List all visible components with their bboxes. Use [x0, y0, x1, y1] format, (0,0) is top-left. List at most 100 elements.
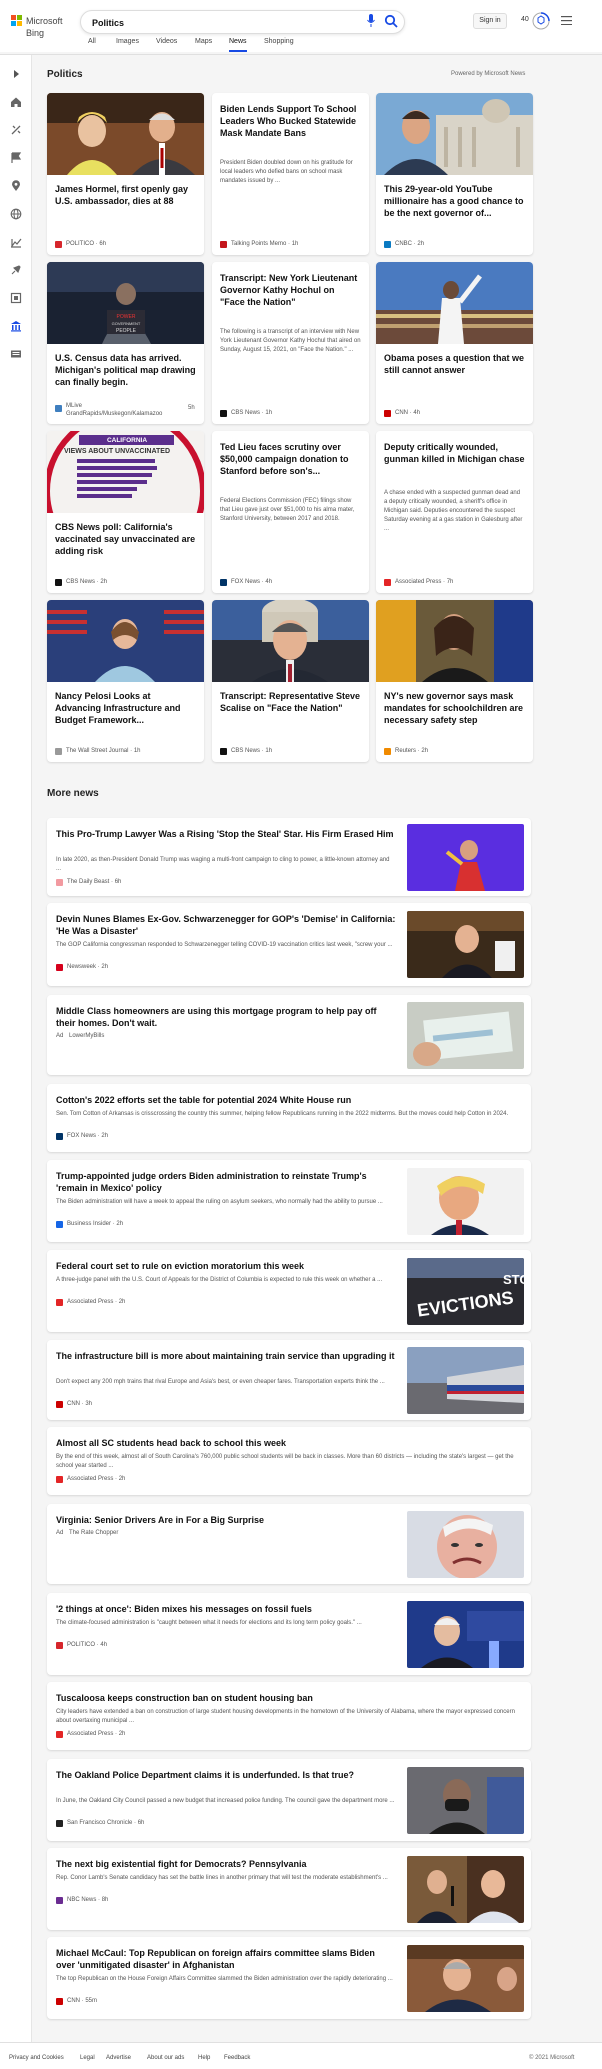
source-name[interactable]: Associated Press — [67, 1476, 113, 1482]
tab-news[interactable]: News — [229, 38, 247, 52]
row-source[interactable]: CNN · 3h — [67, 1401, 92, 1407]
card-title[interactable]: This 29-year-old YouTube millionaire has… — [384, 183, 525, 219]
news-card[interactable]: Obama poses a question that we still can… — [376, 262, 533, 424]
row-title[interactable]: Tuscaloosa keeps construction ban on stu… — [56, 1692, 522, 1704]
news-row[interactable]: This Pro-Trump Lawyer Was a Rising 'Stop… — [47, 818, 531, 896]
row-title[interactable]: The infrastructure bill is more about ma… — [56, 1350, 396, 1362]
row-source[interactable]: Associated Press · 2h — [67, 1299, 125, 1305]
tab-shopping[interactable]: Shopping — [264, 38, 294, 52]
news-row[interactable]: Federal court set to rule on eviction mo… — [47, 1250, 531, 1332]
card-source[interactable]: CNBC · 2h — [395, 241, 424, 247]
tab-images[interactable]: Images — [116, 38, 139, 52]
card-source[interactable]: CBS News · 1h — [231, 410, 272, 416]
news-row[interactable]: Devin Nunes Blames Ex-Gov. Schwarzenegge… — [47, 903, 531, 986]
news-icon[interactable] — [10, 348, 22, 360]
row-title[interactable]: The next big existential fight for Democ… — [56, 1858, 396, 1870]
card-source[interactable]: Talking Points Memo · 1h — [231, 241, 298, 247]
source-name[interactable]: FOX News — [231, 579, 260, 585]
tab-maps[interactable]: Maps — [195, 38, 212, 52]
news-row[interactable]: Michael McCaul: Top Republican on foreig… — [47, 1937, 531, 2019]
row-image[interactable] — [407, 824, 524, 891]
source-name[interactable]: San Francisco Chronicle — [67, 1820, 132, 1826]
discover-icon[interactable] — [10, 124, 22, 136]
news-row[interactable]: '2 things at once': Biden mixes his mess… — [47, 1593, 531, 1675]
menu-icon[interactable] — [561, 16, 572, 25]
source-name[interactable]: POLITICO — [67, 1642, 95, 1648]
news-card[interactable]: James Hormel, first openly gay U.S. amba… — [47, 93, 204, 255]
row-image[interactable] — [407, 1002, 524, 1069]
tab-videos[interactable]: Videos — [156, 38, 177, 52]
row-source[interactable]: Business Insider · 2h — [67, 1221, 123, 1227]
search-input[interactable] — [92, 16, 332, 30]
card-title[interactable]: Biden Lends Support To School Leaders Wh… — [220, 103, 361, 139]
row-title[interactable]: Devin Nunes Blames Ex-Gov. Schwarzenegge… — [56, 913, 396, 937]
news-card[interactable]: Deputy critically wounded, gunman killed… — [376, 431, 533, 593]
card-source[interactable]: CBS News · 1h — [231, 748, 272, 754]
row-title[interactable]: Middle Class homeowners are using this m… — [56, 1005, 396, 1029]
news-card[interactable]: Biden Lends Support To School Leaders Wh… — [212, 93, 369, 255]
card-title[interactable]: Obama poses a question that we still can… — [384, 352, 525, 376]
row-image[interactable] — [407, 1945, 524, 2012]
row-source[interactable]: LowerMyBills — [69, 1033, 104, 1039]
news-row[interactable]: The Oakland Police Department claims it … — [47, 1759, 531, 1841]
row-source[interactable]: San Francisco Chronicle · 6h — [67, 1820, 144, 1826]
news-row[interactable]: Virginia: Senior Drivers Are in For a Bi… — [47, 1504, 531, 1584]
news-row[interactable]: Cotton's 2022 efforts set the table for … — [47, 1084, 531, 1152]
row-source[interactable]: The Daily Beast · 6h — [67, 879, 121, 885]
expand-icon[interactable] — [10, 68, 22, 80]
world-icon[interactable] — [10, 208, 22, 220]
source-name[interactable]: POLITICO — [66, 241, 94, 247]
row-image[interactable] — [407, 911, 524, 978]
technology-icon[interactable] — [10, 264, 22, 276]
local-icon[interactable] — [10, 180, 22, 192]
card-source[interactable]: FOX News · 4h — [231, 579, 272, 585]
source-name[interactable]: Newsweek — [67, 964, 96, 970]
row-title[interactable]: Virginia: Senior Drivers Are in For a Bi… — [56, 1514, 396, 1526]
row-title[interactable]: The Oakland Police Department claims it … — [56, 1769, 396, 1781]
news-card[interactable]: POWER GOVERNMENT PEOPLE U.S. Census data… — [47, 262, 204, 424]
source-name[interactable]: Talking Points Memo — [231, 241, 286, 247]
entertainment-icon[interactable] — [10, 292, 22, 304]
powered-by[interactable]: Powered by Microsoft News — [451, 71, 525, 77]
news-card[interactable]: Ted Lieu faces scrutiny over $50,000 cam… — [212, 431, 369, 593]
row-title[interactable]: Federal court set to rule on eviction mo… — [56, 1260, 396, 1272]
row-title[interactable]: Trump-appointed judge orders Biden admin… — [56, 1170, 396, 1194]
source-name[interactable]: CBS News — [231, 410, 260, 416]
row-title[interactable]: Michael McCaul: Top Republican on foreig… — [56, 1947, 396, 1971]
row-title[interactable]: This Pro-Trump Lawyer Was a Rising 'Stop… — [56, 828, 396, 840]
footer-link-help[interactable]: Help — [198, 2055, 210, 2061]
source-name[interactable]: Reuters — [395, 748, 416, 754]
source-name[interactable]: NBC News — [67, 1897, 96, 1903]
row-title[interactable]: Cotton's 2022 efforts set the table for … — [56, 1094, 522, 1106]
microphone-icon[interactable] — [367, 14, 375, 28]
news-row[interactable]: Trump-appointed judge orders Biden admin… — [47, 1160, 531, 1242]
row-title[interactable]: Almost all SC students head back to scho… — [56, 1437, 522, 1449]
source-name[interactable]: Associated Press — [67, 1731, 113, 1737]
row-image[interactable] — [407, 1511, 524, 1578]
news-row[interactable]: The infrastructure bill is more about ma… — [47, 1340, 531, 1420]
row-source[interactable]: Newsweek · 2h — [67, 964, 108, 970]
news-row[interactable]: Almost all SC students head back to scho… — [47, 1427, 531, 1495]
source-name[interactable]: Associated Press — [395, 579, 441, 585]
source-name[interactable]: CNBC — [395, 241, 412, 247]
source-name[interactable]: Business Insider — [67, 1221, 111, 1227]
row-source[interactable]: The Rate Chopper — [69, 1530, 118, 1536]
card-source[interactable]: The Wall Street Journal · 1h — [66, 748, 141, 754]
row-source[interactable]: NBC News · 8h — [67, 1897, 108, 1903]
news-card[interactable]: CALIFORNIA VIEWS ABOUT UNVACCINATED CBS … — [47, 431, 204, 593]
source-name[interactable]: The Daily Beast — [67, 879, 109, 885]
card-source[interactable]: CNN · 4h — [395, 410, 420, 416]
home-icon[interactable] — [10, 96, 22, 108]
news-card[interactable]: Transcript: New York Lieutenant Governor… — [212, 262, 369, 424]
sign-in-button[interactable]: Sign in — [473, 13, 507, 29]
news-row[interactable]: Tuscaloosa keeps construction ban on stu… — [47, 1682, 531, 1750]
card-source[interactable]: POLITICO · 6h — [66, 241, 106, 247]
row-source[interactable]: FOX News · 2h — [67, 1133, 108, 1139]
rewards-points[interactable]: 40 — [521, 16, 529, 23]
news-card[interactable]: Nancy Pelosi Looks at Advancing Infrastr… — [47, 600, 204, 762]
card-source[interactable]: MLive GrandRapids/Muskegon/Kalamazoo — [66, 402, 162, 418]
politics-icon[interactable] — [10, 320, 22, 332]
row-source[interactable]: CNN · 55m — [67, 1998, 97, 2004]
card-title[interactable]: NY's new governor says mask mandates for… — [384, 690, 525, 726]
row-image[interactable] — [407, 1347, 524, 1414]
